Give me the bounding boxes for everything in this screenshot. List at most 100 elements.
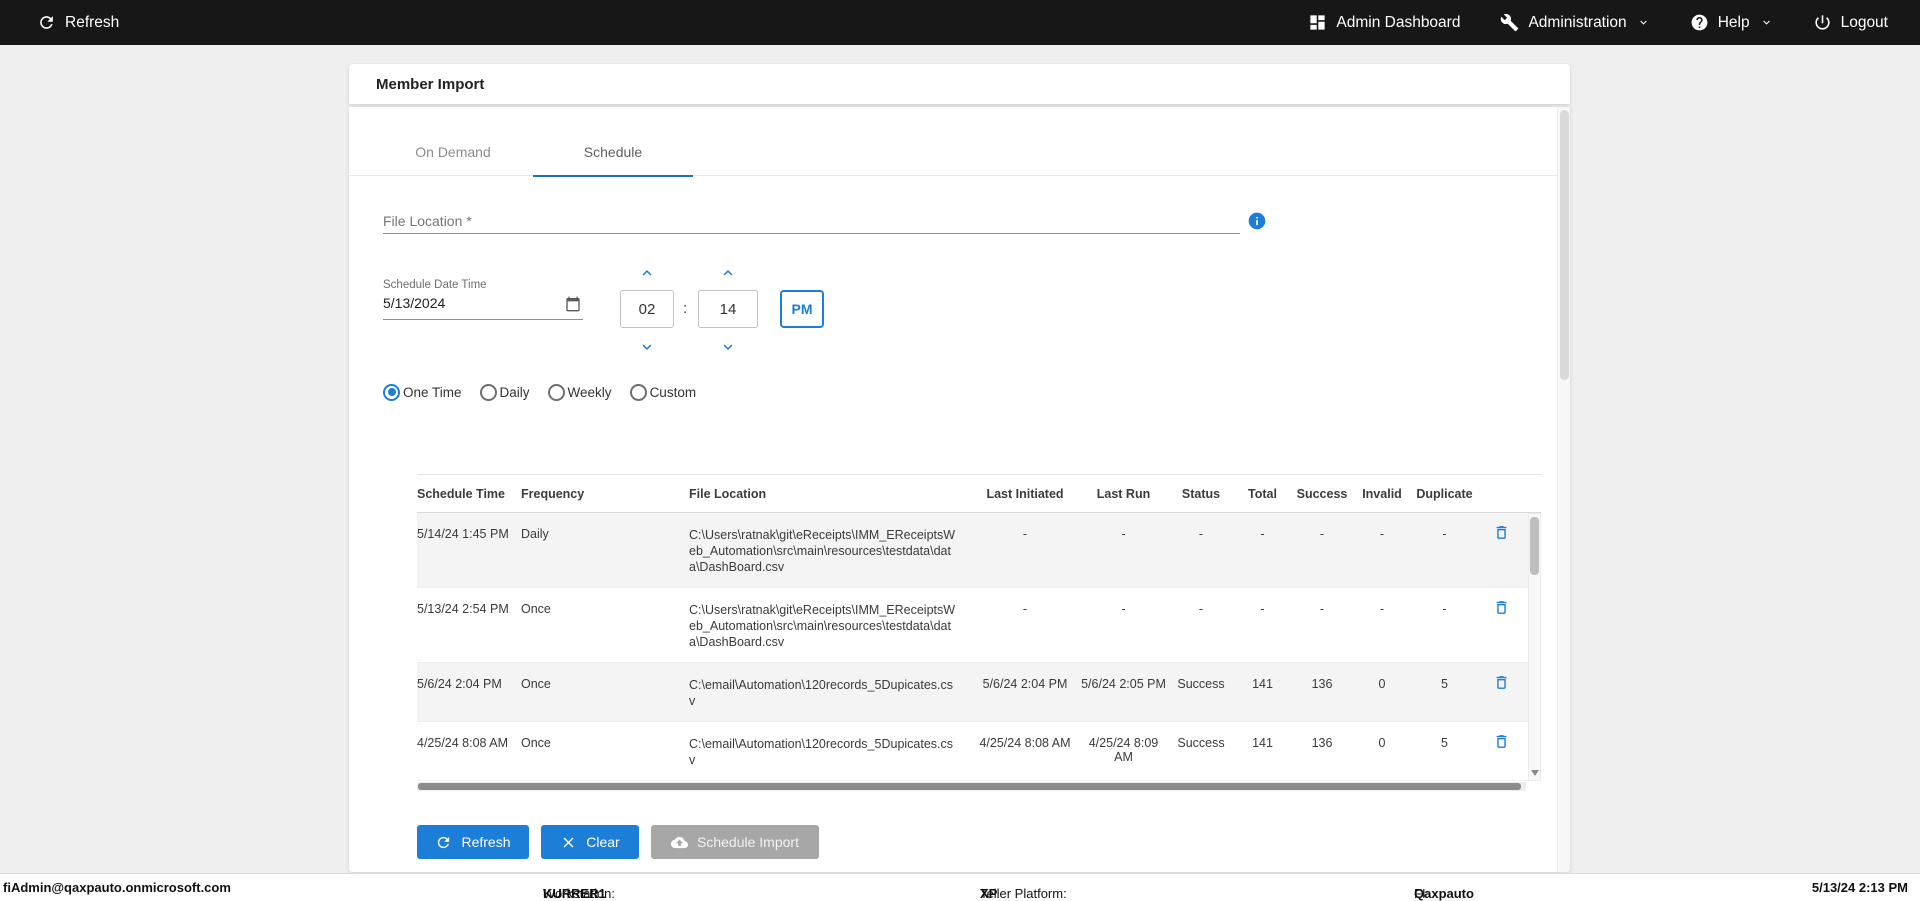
delete-row-button[interactable] — [1493, 524, 1510, 544]
schedule-date-label: Schedule Date Time — [383, 279, 487, 291]
delete-row-button[interactable] — [1493, 674, 1510, 694]
tab-on-demand[interactable]: On Demand — [373, 128, 533, 176]
refresh-icon — [438, 836, 450, 848]
help-menu[interactable]: Help — [1690, 13, 1773, 32]
administration-menu[interactable]: Administration — [1500, 13, 1649, 32]
schedule-datetime-picker: Schedule Date Time : PM — [383, 264, 1536, 359]
clear-button[interactable]: Clear — [541, 825, 639, 859]
table-cell: 0 — [1378, 736, 1386, 750]
minute-increment-button[interactable] — [715, 264, 741, 282]
table-cell: 5/13/24 2:54 PM — [417, 602, 509, 616]
cloud-upload-icon — [671, 836, 689, 848]
tab-schedule[interactable]: Schedule — [533, 128, 693, 177]
table-cell: - — [1022, 527, 1028, 541]
table-cell: Daily — [521, 527, 549, 541]
table-horizontal-scrollbar[interactable] — [417, 782, 1526, 791]
radio-label: Weekly — [567, 384, 612, 400]
clear-button-label: Clear — [586, 834, 620, 850]
radio-circle-icon — [479, 383, 497, 401]
schedule-date-input[interactable] — [383, 295, 558, 311]
table-cell: 4/25/24 8:09 AM — [1088, 736, 1159, 764]
radio-circle-icon — [547, 383, 565, 401]
hour-input[interactable] — [620, 290, 674, 328]
table-cell: C:\email\Automation\120records_5Dupicate… — [689, 737, 954, 767]
table-row: 5/13/24 2:54 PM Once C:\Users\ratnak\git\e… — [417, 588, 1541, 663]
table-row: 4/25/24 8:08 AM Once C:\email\Automation\1… — [417, 722, 1541, 781]
column-header: Invalid — [1362, 486, 1402, 501]
radio-label: Daily — [499, 384, 530, 400]
table-cell: 136 — [1311, 677, 1333, 691]
delete-row-button[interactable] — [1493, 733, 1510, 753]
table-cell: 5 — [1441, 677, 1448, 691]
teller-platform-value: XP — [980, 886, 998, 901]
table-cell: C:\Users\ratnak\git\eReceipts\IMM_ERecei… — [689, 528, 956, 574]
table-cell: - — [1260, 602, 1265, 616]
chevron-down-icon — [642, 344, 652, 350]
topbar: Refresh Admin Dashboard Administration H… — [0, 0, 1920, 45]
logout-button[interactable]: Logout — [1813, 13, 1888, 32]
chevron-down-icon — [723, 344, 733, 350]
calendar-button[interactable] — [565, 296, 581, 315]
table-cell: - — [1319, 527, 1325, 541]
table-cell: - — [1442, 602, 1447, 616]
minute-decrement-button[interactable] — [715, 338, 741, 356]
page-scrollbar[interactable] — [1557, 107, 1570, 872]
scrollbar-thumb[interactable] — [418, 783, 1521, 790]
table-cell: 141 — [1252, 736, 1273, 750]
schedules-table: Schedule Time Frequency File Location Last … — [417, 474, 1541, 791]
calendar-icon — [566, 296, 580, 312]
scrollbar-thumb[interactable] — [1530, 517, 1539, 575]
close-icon — [563, 837, 574, 847]
table-cell: - — [1442, 527, 1447, 541]
column-header: Total — [1248, 486, 1277, 501]
refresh-nav-button[interactable]: Refresh — [37, 13, 119, 32]
tab-bar: On Demand Schedule — [349, 128, 1570, 177]
scrollbar-thumb[interactable] — [1560, 110, 1569, 380]
radio-label: Custom — [649, 384, 697, 400]
minute-input[interactable] — [698, 290, 758, 328]
table-cell: - — [1121, 527, 1126, 541]
trash-icon — [1496, 676, 1507, 689]
delete-row-button[interactable] — [1493, 599, 1510, 619]
column-header: File Location — [689, 486, 767, 501]
column-header: Status — [1181, 486, 1221, 501]
logged-in-user: fiAdmin@qaxpauto.onmicrosoft.com — [3, 880, 231, 895]
refresh-button-label: Refresh — [461, 834, 511, 850]
frequency-radio-group: One Time Daily Weekly Custom — [383, 382, 1536, 402]
schedule-import-button[interactable]: Schedule Import — [651, 825, 819, 859]
refresh-button[interactable]: Refresh — [417, 825, 529, 859]
scrollbar-down-arrow-icon[interactable] — [1531, 770, 1539, 776]
table-cell: 4/25/24 8:08 AM — [979, 736, 1071, 750]
status-datetime: 5/13/24 2:13 PM — [1811, 880, 1908, 895]
fi-value: Qaxpauto — [1414, 886, 1474, 901]
table-vertical-scrollbar[interactable] — [1528, 513, 1541, 781]
hour-increment-button[interactable] — [634, 264, 660, 282]
table-cell: C:\Users\ratnak\git\eReceipts\IMM_ERecei… — [689, 603, 956, 649]
admin-dashboard-label: Admin Dashboard — [1336, 13, 1461, 31]
frequency-radio-daily[interactable]: Daily — [479, 383, 530, 401]
frequency-radio-one-time[interactable]: One Time — [383, 383, 462, 401]
page-title: Member Import — [376, 75, 485, 93]
dashboard-icon — [1310, 15, 1326, 30]
admin-dashboard-nav[interactable]: Admin Dashboard — [1308, 13, 1460, 32]
help-icon — [1691, 14, 1708, 31]
hour-decrement-button[interactable] — [634, 338, 660, 356]
time-separator: : — [683, 300, 688, 317]
table-cell: - — [1198, 527, 1204, 541]
frequency-radio-custom[interactable]: Custom — [629, 383, 697, 401]
frequency-radio-weekly[interactable]: Weekly — [547, 383, 612, 401]
refresh-icon — [40, 16, 53, 29]
table-cell: 136 — [1311, 736, 1333, 750]
table-row: 5/6/24 2:04 PM Once C:\email\Automation\12… — [417, 663, 1541, 722]
meridiem-toggle-button[interactable]: PM — [780, 290, 824, 328]
column-header: Success — [1296, 486, 1348, 501]
radio-label: One Time — [403, 384, 462, 400]
file-location-input[interactable] — [383, 208, 1240, 234]
table-body: 5/14/24 1:45 PM Daily C:\Users\ratnak\git\… — [417, 513, 1541, 781]
table-cell: 5/6/24 2:04 PM — [982, 677, 1068, 691]
page-header: Member Import — [349, 64, 1570, 104]
chevron-down-icon — [1639, 20, 1647, 25]
file-location-info-button[interactable] — [1247, 211, 1267, 231]
table-cell: - — [1121, 602, 1126, 616]
help-label: Help — [1717, 13, 1750, 31]
